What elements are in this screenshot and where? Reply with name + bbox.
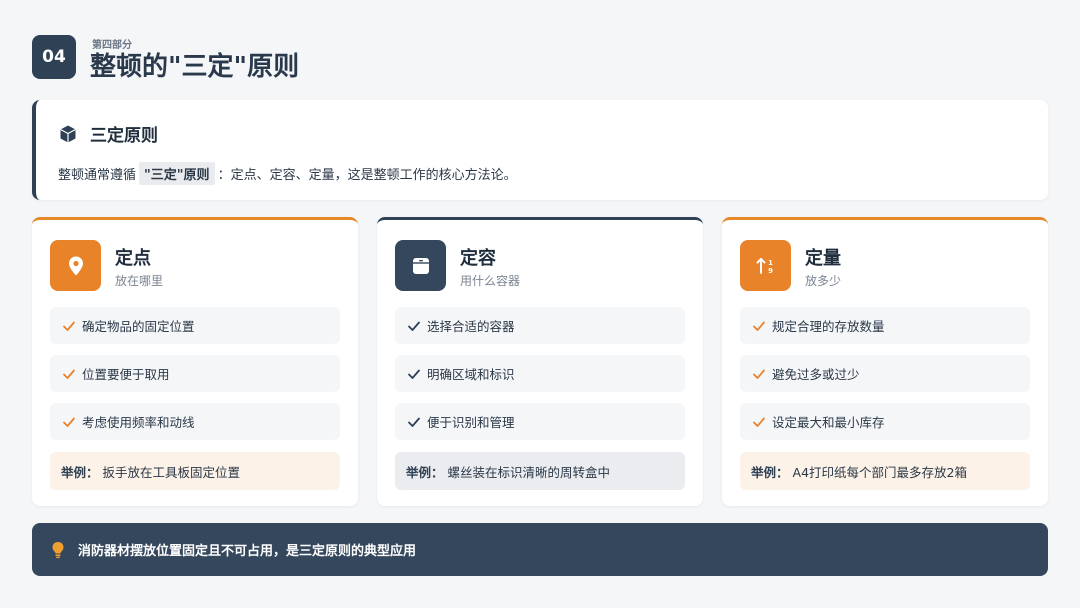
principle-title: 三定原则 [90, 126, 158, 146]
card-icon-box [395, 240, 446, 291]
card-title: 定量 [805, 248, 841, 269]
check-icon [63, 369, 75, 379]
list-item-label: 确定物品的固定位置 [82, 319, 195, 334]
card-icon-box [50, 240, 101, 291]
section-header: 04 第四部分 整顿的"三定"原则 [32, 35, 299, 82]
list-item-label: 避免过多或过少 [772, 367, 860, 382]
svg-text:9: 9 [768, 267, 773, 275]
list-item: 避免过多或过少 [740, 355, 1030, 392]
card-dingrong: 定容 用什么容器 选择合适的容器 明确区域和标识 便于识别和管理 举例： 螺丝装… [377, 217, 703, 506]
list-item-label: 明确区域和标识 [427, 367, 515, 382]
check-icon [753, 369, 765, 379]
check-icon [408, 417, 420, 427]
list-item-label: 便于识别和管理 [427, 415, 515, 430]
card-title: 定容 [460, 248, 496, 269]
example-label: 举例： [61, 464, 99, 480]
card-dingdian: 定点 放在哪里 确定物品的固定位置 位置要便于取用 考虑使用频率和动线 举例： … [32, 217, 358, 506]
desc-suffix: ：定点、定容、定量，这是整顿工作的核心方法论。 [217, 168, 517, 183]
list-item: 选择合适的容器 [395, 307, 685, 344]
list-item: 设定最大和最小库存 [740, 403, 1030, 440]
list-item: 考虑使用频率和动线 [50, 403, 340, 440]
card-icon-box: 1 9 [740, 240, 791, 291]
location-pin-icon [68, 256, 83, 275]
check-icon [753, 417, 765, 427]
card-subtitle: 放多少 [805, 274, 842, 288]
tip-banner: 消防器材摆放位置固定且不可占用，是三定原则的典型应用 [32, 523, 1048, 576]
check-icon [408, 321, 420, 331]
principle-description: 整顿通常遵循 "三定"原则 ：定点、定容、定量，这是整顿工作的核心方法论。 [58, 162, 517, 185]
example-box: 举例： 螺丝装在标识清晰的周转盒中 [395, 452, 685, 490]
example-text: A4打印纸每个部门最多存放2箱 [792, 464, 967, 480]
principle-heading: 三定原则 [58, 121, 158, 146]
card-title: 定点 [115, 248, 151, 269]
check-icon [63, 321, 75, 331]
list-item-label: 选择合适的容器 [427, 319, 515, 334]
example-box: 举例： A4打印纸每个部门最多存放2箱 [740, 452, 1030, 490]
sort-amount-icon: 1 9 [756, 257, 773, 275]
example-label: 举例： [751, 464, 789, 480]
list-item-label: 规定合理的存放数量 [772, 319, 885, 334]
list-item: 规定合理的存放数量 [740, 307, 1030, 344]
card-subtitle: 用什么容器 [460, 274, 521, 288]
example-text: 扳手放在工具板固定位置 [102, 464, 241, 480]
list-item: 位置要便于取用 [50, 355, 340, 392]
list-item-label: 位置要便于取用 [82, 367, 170, 382]
desc-prefix: 整顿通常遵循 [58, 168, 137, 183]
cube-icon [60, 125, 76, 142]
example-label: 举例： [406, 464, 444, 480]
card-subtitle: 放在哪里 [115, 274, 164, 288]
section-number-badge: 04 [32, 35, 76, 79]
svg-text:1: 1 [768, 259, 773, 267]
example-text: 螺丝装在标识清晰的周转盒中 [447, 464, 611, 480]
box-icon [412, 257, 429, 274]
check-icon [753, 321, 765, 331]
list-item: 便于识别和管理 [395, 403, 685, 440]
list-item: 明确区域和标识 [395, 355, 685, 392]
list-item: 确定物品的固定位置 [50, 307, 340, 344]
lightbulb-icon [52, 541, 64, 558]
check-icon [63, 417, 75, 427]
tip-text: 消防器材摆放位置固定且不可占用，是三定原则的典型应用 [78, 544, 417, 559]
check-icon [408, 369, 420, 379]
card-dingliang: 1 9 定量 放多少 规定合理的存放数量 避免过多或过少 设定最大和最小库存 举… [722, 217, 1048, 506]
page-title: 整顿的"三定"原则 [90, 52, 300, 82]
list-item-label: 设定最大和最小库存 [772, 415, 885, 430]
list-item-label: 考虑使用频率和动线 [82, 415, 195, 430]
principle-panel: 三定原则 整顿通常遵循 "三定"原则 ：定点、定容、定量，这是整顿工作的核心方法… [32, 100, 1048, 200]
desc-highlight: "三定"原则 [139, 162, 215, 185]
example-box: 举例： 扳手放在工具板固定位置 [50, 452, 340, 490]
